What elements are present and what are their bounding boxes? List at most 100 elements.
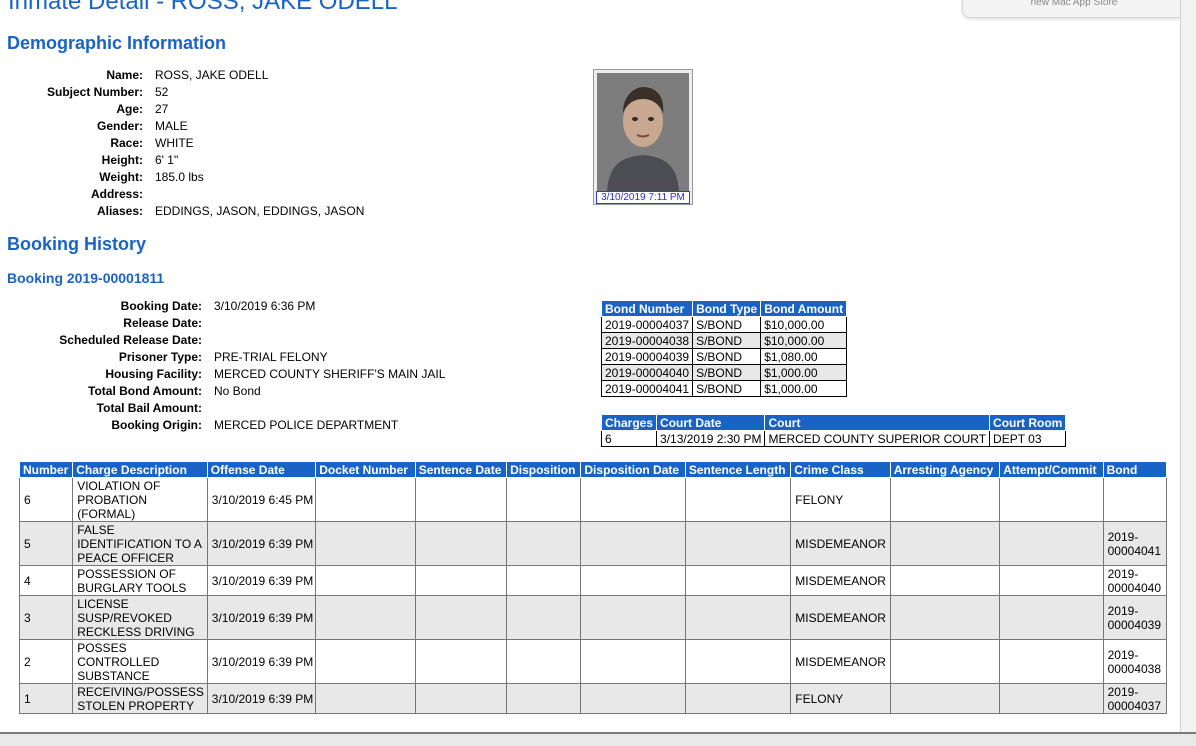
field-label: Race: [110,136,143,150]
field-row: Prisoner Type: PRE-TRIAL FELONY [0,349,445,366]
field-value: 52 [155,85,169,99]
table-cell [684,565,792,596]
field-label: Age: [116,102,143,116]
field-row: Total Bail Amount: [0,400,445,417]
field-label: Gender: [96,119,143,133]
table-cell [315,683,416,714]
table-cell [999,521,1104,566]
charge-row: 2 POSSES CONTROLLED SUBSTANCE 3/10/2019 6:… [18,639,1168,684]
table-cell [414,595,508,640]
field-value: 185.0 lbs [155,170,204,184]
table-cell: $1,000.00 [760,364,848,381]
table-cell [999,477,1104,522]
column-header: Offense Date [206,461,317,478]
field-row: Gender: MALE [0,118,364,135]
table-cell: DEPT 03 [989,430,1067,447]
column-header: Disposition [506,461,582,478]
field-value: MALE [155,119,188,133]
table-cell [684,595,792,640]
table-cell [315,639,416,684]
column-header: Attempt/Commit [999,461,1104,478]
field-value: MERCED COUNTY SHERIFF'S MAIN JAIL [214,367,446,381]
table-cell: 2019-00004039 [600,348,694,365]
table-cell [315,521,416,566]
table-cell [889,639,1001,684]
table-cell: 1 [18,683,74,714]
table-cell: 3/10/2019 6:39 PM [206,639,317,684]
field-row: Age: 27 [0,101,364,118]
table-cell: 3/10/2019 6:39 PM [206,521,317,566]
table-cell [315,595,416,640]
table-cell: MERCED COUNTY SUPERIOR COURT [764,430,991,447]
mugshot-photo[interactable]: 3/10/2019 7:11 PM [593,69,693,205]
page-title: Inmate Detail - ROSS, JAKE ODELL [8,0,398,15]
table-cell [506,639,582,684]
field-value: EDDINGS, JASON, EDDINGS, JASON [155,204,365,218]
field-row: Housing Facility: MERCED COUNTY SHERIFF'S… [0,366,445,383]
table-cell: 3/10/2019 6:39 PM [206,683,317,714]
table-cell [1102,477,1168,522]
bond-row: 2019-00004039 S/BOND $1,080.00 [600,348,848,365]
table-cell: 2019-00004037 [1102,683,1168,714]
table-cell [684,683,792,714]
field-label: Name: [106,68,143,82]
table-cell [414,521,508,566]
court-row: 6 3/13/2019 2:30 PM MERCED COUNTY SUPERIOR… [600,430,1067,447]
table-cell [684,477,792,522]
table-cell: 2019-00004038 [1102,639,1168,684]
column-header: Disposition Date [580,461,686,478]
table-cell [580,639,686,684]
photo-date-link[interactable]: 3/10/2019 7:11 PM [596,191,690,204]
table-cell: $1,000.00 [760,380,848,397]
table-cell [580,477,686,522]
table-cell [999,565,1104,596]
notification-banner[interactable]: new Mac App Store [962,0,1186,18]
table-cell [414,639,508,684]
table-cell [889,565,1001,596]
table-cell: $1,080.00 [760,348,848,365]
table-cell [684,521,792,566]
table-cell: 3/10/2019 6:39 PM [206,565,317,596]
table-cell: MISDEMEANOR [790,639,891,684]
field-label: Height: [101,153,143,167]
column-header: Court Date [656,414,766,431]
table-cell: FALSE IDENTIFICATION TO A PEACE OFFICER [72,521,208,566]
field-label: Housing Facility: [105,367,202,381]
field-label: Aliases: [96,204,143,218]
table-cell [580,521,686,566]
table-cell: $10,000.00 [760,316,848,333]
table-cell: 3/13/2019 2:30 PM [656,430,766,447]
bond-row: 2019-00004040 S/BOND $1,000.00 [600,364,848,381]
bond-table: Bond Number Bond Type Bond Amount 2019-0000… [600,300,848,397]
column-header: Court Room [989,414,1067,431]
table-cell: 2019-00004040 [1102,565,1168,596]
table-cell: POSSESSION OF BURGLARY TOOLS [72,565,208,596]
table-cell: 2019-00004040 [600,364,694,381]
column-header: Bond Type [692,300,762,317]
column-header: Bond Number [600,300,694,317]
field-row: Subject Number: 52 [0,84,364,101]
field-label: Booking Date: [120,299,202,313]
table-cell [889,595,1001,640]
field-value: 27 [155,102,169,116]
table-cell [506,477,582,522]
demographic-fields: Name: ROSS, JAKE ODELL Subject Number: 52 Ag… [0,67,364,220]
table-cell: 6 [600,430,658,447]
table-cell [315,565,416,596]
table-cell [999,595,1104,640]
table-cell: POSSES CONTROLLED SUBSTANCE [72,639,208,684]
table-cell: VIOLATION OF PROBATION (FORMAL) [72,477,208,522]
table-cell [684,639,792,684]
table-cell [315,477,416,522]
charge-row: 3 LICENSE SUSP/REVOKED RECKLESS DRIVING 3/… [18,595,1168,640]
table-cell [506,565,582,596]
column-header: Number [18,461,74,478]
field-value: MERCED POLICE DEPARTMENT [214,418,399,432]
field-label: Weight: [99,170,143,184]
table-cell: FELONY [790,683,891,714]
table-cell: LICENSE SUSP/REVOKED RECKLESS DRIVING [72,595,208,640]
charges-table: Number Charge Description Offense Date Dock… [18,461,1168,714]
table-cell [414,477,508,522]
table-cell: 2019-00004037 [600,316,694,333]
table-cell [414,565,508,596]
